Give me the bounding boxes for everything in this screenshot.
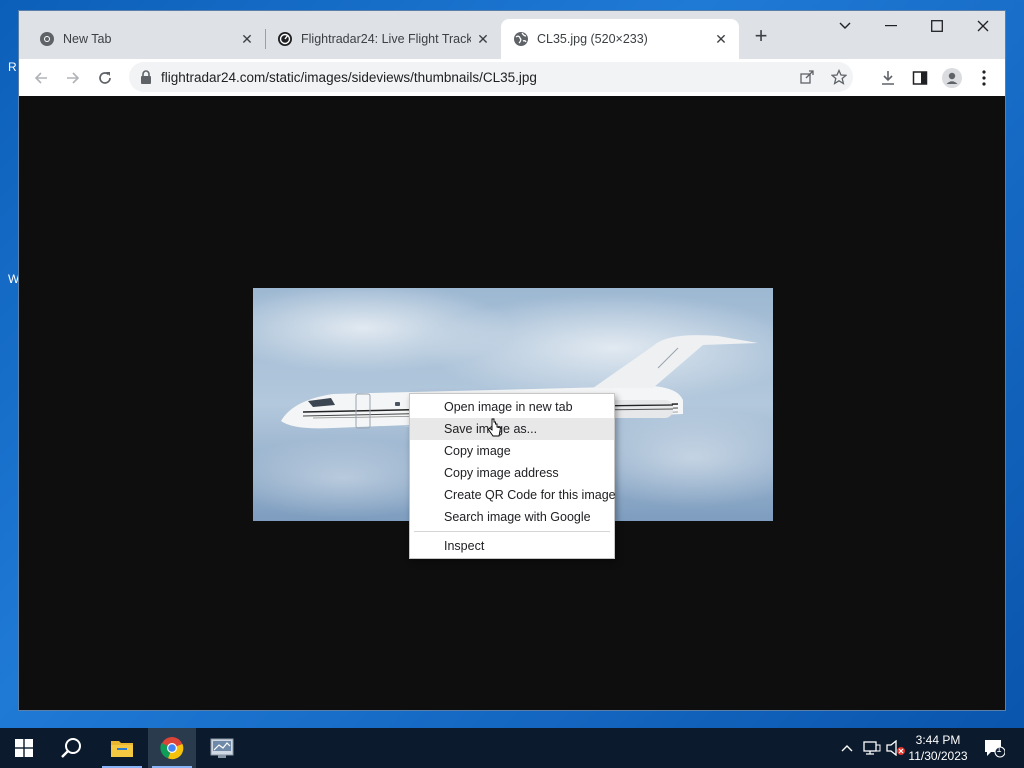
close-tab-icon[interactable]: ✕ xyxy=(239,31,255,47)
close-tab-icon[interactable]: ✕ xyxy=(475,31,491,47)
ctx-create-qr-code[interactable]: Create QR Code for this image xyxy=(410,484,616,506)
reload-icon[interactable] xyxy=(91,64,119,92)
ctx-inspect[interactable]: Inspect xyxy=(410,535,614,557)
ctx-save-image-as[interactable]: Save image as... xyxy=(410,418,614,440)
context-menu: Open image in new tab Save image as... C… xyxy=(409,393,616,559)
mouse-cursor-icon xyxy=(487,418,502,443)
ctx-search-image-google[interactable]: Search image with Google xyxy=(410,506,614,528)
tab-image[interactable]: CL35.jpg (520×233) ✕ xyxy=(501,19,739,59)
tab-search-icon[interactable] xyxy=(822,11,868,41)
notification-count-badge: 1 xyxy=(996,744,1002,754)
ctx-open-image-new-tab[interactable]: Open image in new tab xyxy=(410,396,614,418)
download-icon[interactable] xyxy=(877,67,899,89)
app-taskbar-icon[interactable] xyxy=(198,728,246,768)
address-bar[interactable]: flightradar24.com/static/images/sideview… xyxy=(129,62,853,92)
close-tab-icon[interactable]: ✕ xyxy=(713,31,729,47)
notification-center-icon[interactable]: 1 xyxy=(982,738,1006,758)
tab-flightradar[interactable]: Flightradar24: Live Flight Tracker ✕ xyxy=(265,19,501,59)
browser-window: New Tab ✕ Flightradar24: Live Flight Tra… xyxy=(18,10,1006,711)
profile-avatar-icon[interactable] xyxy=(941,67,963,89)
flightradar-icon xyxy=(277,31,293,47)
maximize-icon[interactable] xyxy=(914,11,960,41)
clock-date: 11/30/2023 xyxy=(908,749,968,763)
windows-start-icon[interactable] xyxy=(0,728,48,768)
forward-icon[interactable] xyxy=(59,64,87,92)
system-clock[interactable]: 3:44 PM 11/30/2023 xyxy=(900,732,976,764)
globe-icon xyxy=(513,31,529,47)
ctx-copy-image[interactable]: Copy image xyxy=(410,440,614,462)
menu-kebab-icon[interactable] xyxy=(973,67,995,89)
bookmark-star-icon[interactable] xyxy=(829,67,849,87)
address-text: flightradar24.com/static/images/sideview… xyxy=(161,70,537,85)
menu-divider xyxy=(414,531,610,532)
network-icon[interactable] xyxy=(862,738,882,758)
search-icon[interactable] xyxy=(48,728,96,768)
chrome-taskbar-icon[interactable] xyxy=(148,728,196,768)
tab-new-tab[interactable]: New Tab ✕ xyxy=(19,19,265,59)
file-explorer-icon[interactable] xyxy=(98,728,146,768)
lock-icon[interactable] xyxy=(139,69,153,85)
ctx-copy-image-address[interactable]: Copy image address xyxy=(410,462,614,484)
minimize-icon[interactable] xyxy=(868,11,914,41)
taskbar: 3:44 PM 11/30/2023 1 xyxy=(0,728,1024,768)
tab-strip: New Tab ✕ Flightradar24: Live Flight Tra… xyxy=(19,11,1005,59)
side-panel-icon[interactable] xyxy=(909,67,931,89)
new-tab-button[interactable]: + xyxy=(749,25,773,49)
browser-toolbar: flightradar24.com/static/images/sideview… xyxy=(19,59,1005,96)
tab-title: Flightradar24: Live Flight Tracker xyxy=(301,32,471,46)
desktop-edge-glyph: R xyxy=(8,60,17,74)
chrome-icon xyxy=(39,31,55,47)
back-icon[interactable] xyxy=(27,64,55,92)
clock-time: 3:44 PM xyxy=(915,733,961,747)
close-window-icon[interactable] xyxy=(960,11,1005,41)
tab-title: CL35.jpg (520×233) xyxy=(537,32,648,46)
share-icon[interactable] xyxy=(797,67,817,87)
show-hidden-icons-chevron[interactable] xyxy=(838,738,856,758)
tab-title: New Tab xyxy=(63,32,112,46)
